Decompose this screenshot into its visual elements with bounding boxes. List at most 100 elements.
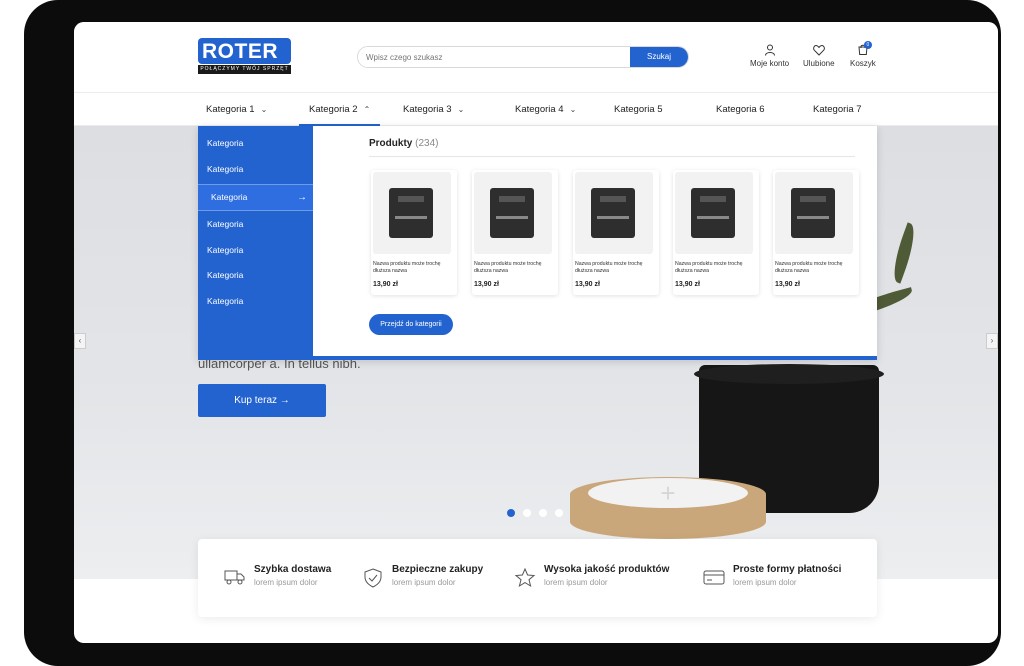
chevron-down-icon: ⌄	[260, 105, 268, 114]
chevron-up-icon: ⌃	[363, 105, 371, 114]
buy-now-button[interactable]: Kup teraz →	[198, 384, 326, 417]
favorites-label: Ulubione	[803, 59, 835, 68]
chevron-down-icon: ⌄	[457, 105, 465, 114]
subcategory-item[interactable]: Kategoria	[198, 131, 313, 156]
divider	[369, 156, 855, 157]
products-heading: Produkty (234)	[369, 138, 438, 149]
header: ROTER POŁĄCZYMY TWÓJ SPRZĘT Szukaj Moje …	[74, 22, 998, 92]
product-image	[775, 172, 853, 254]
mega-menu: Kategoria Kategoria Kategoria → Kategoria…	[198, 126, 877, 360]
ups-device-image	[791, 188, 835, 238]
slider-dot[interactable]	[539, 509, 547, 517]
slider-next-button[interactable]: ›	[986, 333, 998, 349]
subcategory-item[interactable]: Kategoria	[198, 263, 313, 288]
product-card[interactable]: Nazwa produktu może trochę dłuższa nazwa…	[371, 170, 457, 295]
category-nav: Kategoria 1 ⌄ Kategoria 2 ⌃ Kategoria 3 ⌄ K…	[74, 92, 998, 126]
product-name: Nazwa produktu może trochę dłuższa nazwa	[575, 261, 643, 274]
nav-label: Kategoria 2	[309, 104, 358, 115]
subcategory-item-selected[interactable]: Kategoria →	[198, 184, 313, 211]
features-bar: Szybka dostawa lorem ipsum dolor Bezpiec…	[198, 539, 877, 617]
feature-title: Szybka dostawa	[254, 564, 332, 575]
menu-bottom-bar	[198, 356, 877, 360]
logo-text: ROTER	[202, 40, 278, 63]
subcategory-item[interactable]: Kategoria	[198, 157, 313, 182]
slider-dot[interactable]	[507, 509, 515, 517]
chevron-down-icon: ⌄	[569, 105, 577, 114]
product-card[interactable]: Nazwa produktu może trochę dłuższa nazwa…	[472, 170, 558, 295]
product-name: Nazwa produktu może trochę dłuższa nazwa	[775, 261, 843, 274]
ups-device-image	[691, 188, 735, 238]
product-price: 13,90 zł	[474, 281, 499, 288]
cart-badge: 0	[863, 41, 872, 49]
subcategory-list: Kategoria Kategoria Kategoria → Kategoria…	[198, 126, 313, 356]
shield-icon	[364, 568, 382, 588]
search-bar: Szukaj	[357, 46, 689, 68]
arrow-right-icon: →	[279, 395, 290, 406]
slider-dot[interactable]	[523, 509, 531, 517]
cta-label: Kup teraz	[234, 395, 278, 406]
product-card[interactable]: Nazwa produktu może trochę dłuższa nazwa…	[673, 170, 759, 295]
product-price: 13,90 zł	[575, 281, 600, 288]
product-card[interactable]: Nazwa produktu może trochę dłuższa nazwa…	[573, 170, 659, 295]
search-input[interactable]	[358, 47, 630, 67]
nav-label: Kategoria 4	[515, 104, 564, 115]
nav-item-kategoria-7[interactable]: Kategoria 7	[813, 93, 862, 126]
products-count: (234)	[415, 138, 439, 149]
nav-label: Kategoria 7	[813, 104, 862, 115]
ups-device-image	[591, 188, 635, 238]
nav-label: Kategoria 1	[206, 104, 255, 115]
account-link[interactable]: Moje konto	[750, 44, 789, 68]
charger-top: +	[588, 478, 748, 508]
ups-device-image	[389, 188, 433, 238]
nav-item-kategoria-4[interactable]: Kategoria 4 ⌄	[515, 93, 576, 126]
arrow-right-icon: →	[297, 192, 307, 203]
account-label: Moje konto	[750, 59, 790, 68]
cart-link[interactable]: 0 Koszyk	[850, 41, 876, 68]
subcategory-item[interactable]: Kategoria	[198, 238, 313, 263]
heart-icon	[812, 45, 825, 56]
slider-dots	[507, 504, 571, 522]
truck-icon	[224, 570, 245, 585]
favorites-link[interactable]: Ulubione	[803, 44, 835, 68]
slider-dot[interactable]	[555, 509, 563, 517]
search-button[interactable]: Szukaj	[630, 47, 688, 67]
feature-subtitle: lorem ipsum dolor	[254, 578, 318, 587]
feature-subtitle: lorem ipsum dolor	[544, 578, 608, 587]
go-to-category-button[interactable]: Przejdź do kategorii	[369, 314, 453, 335]
products-title: Produkty	[369, 138, 413, 149]
nav-label: Kategoria 6	[716, 104, 765, 115]
nav-item-kategoria-6[interactable]: Kategoria 6	[716, 93, 765, 126]
product-name: Nazwa produktu może trochę dłuższa nazwa	[474, 261, 542, 274]
cart-label: Koszyk	[850, 59, 876, 68]
device-frame: ROTER POŁĄCZYMY TWÓJ SPRZĘT Szukaj Moje …	[24, 0, 1001, 666]
logo[interactable]: ROTER POŁĄCZYMY TWÓJ SPRZĘT	[198, 38, 291, 75]
user-icon	[764, 44, 775, 56]
subcategory-label: Kategoria	[211, 192, 248, 202]
product-image	[373, 172, 451, 254]
product-card[interactable]: Nazwa produktu może trochę dłuższa nazwa…	[773, 170, 859, 295]
subcategory-item[interactable]: Kategoria	[198, 289, 313, 314]
nav-label: Kategoria 5	[614, 104, 663, 115]
nav-item-kategoria-2[interactable]: Kategoria 2 ⌃	[299, 93, 381, 126]
subcategory-item[interactable]: Kategoria	[198, 212, 313, 237]
feature-subtitle: lorem ipsum dolor	[733, 578, 797, 587]
product-image	[474, 172, 552, 254]
card-icon	[703, 570, 725, 585]
nav-item-kategoria-1[interactable]: Kategoria 1 ⌄	[206, 93, 267, 126]
feature-title: Proste formy płatności	[733, 564, 842, 575]
star-icon	[514, 568, 536, 588]
product-price: 13,90 zł	[775, 281, 800, 288]
slider-prev-button[interactable]: ‹	[74, 333, 86, 349]
nav-item-kategoria-5[interactable]: Kategoria 5	[614, 93, 663, 126]
nav-label: Kategoria 3	[403, 104, 452, 115]
product-price: 13,90 zł	[373, 281, 398, 288]
screen: ROTER POŁĄCZYMY TWÓJ SPRZĘT Szukaj Moje …	[74, 22, 998, 643]
feature-title: Bezpieczne zakupy	[392, 564, 484, 575]
product-image	[675, 172, 753, 254]
feature-title: Wysoka jakość produktów	[544, 564, 670, 575]
nav-item-kategoria-3[interactable]: Kategoria 3 ⌄	[403, 93, 464, 126]
feature-subtitle: lorem ipsum dolor	[392, 578, 456, 587]
plant-leaf	[887, 222, 921, 284]
product-name: Nazwa produktu może trochę dłuższa nazwa	[675, 261, 743, 274]
plant-pot-rim	[694, 364, 884, 384]
